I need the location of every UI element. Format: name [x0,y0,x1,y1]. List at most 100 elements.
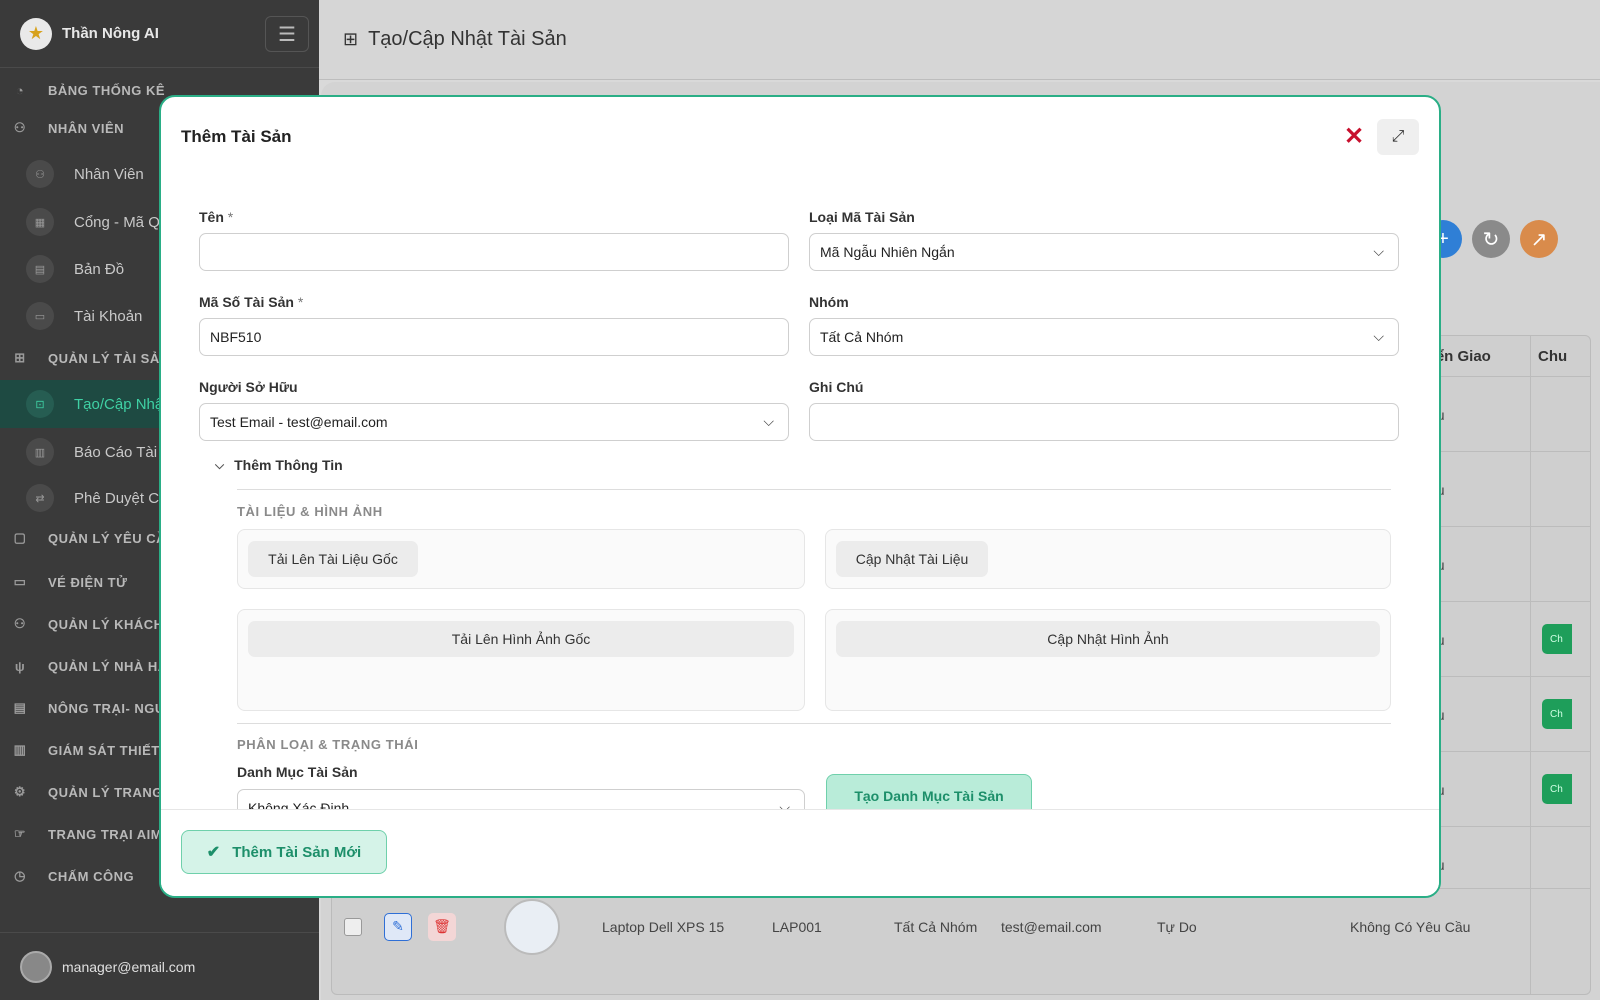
asset-number-input[interactable]: NBF510 [199,318,789,356]
upload-document-button[interactable]: Tải Lên Tài Liệu Gốc [248,541,418,577]
update-document-button[interactable]: Cập Nhật Tài Liệu [836,541,988,577]
image-upload-panel: Tải Lên Hình Ảnh Gốc [237,609,805,711]
user-email: manager@email.com [62,958,196,975]
sidebar-item-label: GIÁM SÁT THIẾT [48,742,160,758]
document-update-panel: Cập Nhật Tài Liệu [825,529,1391,589]
sidebar-item-label: QUẢN LÝ TÀI SẢN [48,350,170,366]
chevron-down-icon: ⌵ [1373,243,1384,259]
table-row[interactable]: ✎ 🗑 Laptop Dell XPS 15 LAP001 Tất Cả Nhó… [332,888,1590,964]
chevron-down-icon: ⌵ [1373,328,1384,344]
sidebar-item-label: CHẤM CÔNG [48,868,135,884]
note-input[interactable] [809,403,1399,441]
owner-value: Test Email - test@email.com [210,414,388,430]
group-value: Tất Cả Nhóm [820,329,904,345]
asset-name: Laptop Dell XPS 15 [602,918,725,935]
upload-image-button[interactable]: Tải Lên Hình Ảnh Gốc [248,621,794,657]
check-icon: ✔ [206,844,221,861]
add-asset-modal: Thêm Tài Sản ✕ ⤢ Tên * Loại Mã Tài Sản M… [159,95,1441,898]
asset-image [504,889,560,964]
users-icon: ⚇ [13,120,27,135]
sidebar-item-label: Bản Đồ [74,260,125,278]
sidebar-item-label: Tạo/Cập Nhậ [74,395,164,413]
expand-icon[interactable]: ⤢ [1377,119,1419,155]
group-select[interactable]: Tất Cả Nhóm ⌵ [809,318,1399,356]
edit-icon[interactable]: ✎ [384,889,412,964]
asset-state: Tự Do [1157,918,1197,935]
sidebar-item-label: Cổng - Mã Q [74,213,160,231]
name-label: Tên * [199,209,234,225]
name-input[interactable] [199,233,789,271]
restaurant-icon: ψ [14,658,26,674]
asset-code-type-select[interactable]: Mã Ngẫu Nhiên Ngắn ⌵ [809,233,1399,271]
category-select[interactable]: Không Xác Định ⌵ [237,789,805,809]
bike-icon: ⚙ [13,784,27,799]
clock-icon: ◷ [14,868,26,883]
status-badge[interactable]: Ch [1542,774,1572,804]
create-icon: ⊡ [26,390,54,418]
user-profile[interactable]: manager@email.com [0,932,319,1000]
close-icon[interactable]: ✕ [1339,121,1369,151]
assets-icon: ⊞ [14,350,26,365]
chevron-down-icon: ⌵ [763,413,774,429]
delete-icon[interactable]: 🗑 [428,889,456,964]
sidebar-item-label: BẢNG THỐNG KÊ [48,82,165,98]
menu-toggle-icon[interactable]: ☰ [265,16,309,52]
sidebar-item-label: QUẢN LÝ YÊU CẦ [48,530,166,546]
modal-header: Thêm Tài Sản ✕ ⤢ [161,97,1439,177]
update-image-button[interactable]: Cập Nhật Hình Ảnh [836,621,1380,657]
dashboard-icon: ◔ [15,82,25,98]
users-icon: ⚇ [26,160,54,188]
document-upload-panel: Tải Lên Tài Liệu Gốc [237,529,805,589]
classification-section-title: PHÂN LOẠI & TRẠNG THÁI [237,737,419,752]
create-category-button[interactable]: Tạo Danh Mục Tài Sản [826,774,1032,809]
row-checkbox[interactable] [344,889,362,964]
sidebar-item-label: Tài Khoản [74,307,143,325]
image-update-panel: Cập Nhật Hình Ảnh [825,609,1391,711]
refresh-icon[interactable]: ↻ [1472,220,1510,258]
group-label: Nhóm [809,294,849,310]
more-info-toggle[interactable]: ⌵ Thêm Thông Tin [215,457,343,473]
category-label: Danh Mục Tài Sản [237,764,358,780]
status-badge[interactable]: Ch [1542,624,1572,654]
account-icon: ▭ [26,302,54,330]
customers-icon: ⚇ [13,616,27,631]
sidebar-item-label: QUẢN LÝ KHÁCH [48,616,164,632]
sidebar-item-label: Báo Cáo Tài [74,443,158,461]
page-header: ⊞ Tạo/Cập Nhật Tài Sản [319,0,1600,80]
brand-name: Thần Nông AI [62,25,159,42]
assets-icon: ⊞ [343,29,359,49]
chevron-down-icon: ⌵ [215,457,225,472]
sidebar-item-label: Phê Duyệt C [74,489,160,507]
clipboard-icon: ▢ [13,530,27,545]
status-badge[interactable]: Ch [1542,699,1572,729]
owner-select[interactable]: Test Email - test@email.com ⌵ [199,403,789,441]
asset-code: LAP001 [772,918,822,935]
sidebar-item-label: QUẢN LÝ TRANG [48,784,163,800]
owner-label: Người Sở Hữu [199,379,298,395]
logo-icon: ★ [20,17,52,50]
export-icon[interactable]: ↗ [1520,220,1558,258]
asset-code-type-label: Loại Mã Tài Sản [809,209,915,225]
docs-section-title: TÀI LIỆU & HÌNH ẢNH [237,504,383,519]
divider [237,489,1391,490]
report-icon: ▥ [26,438,54,466]
ticket-icon: ▭ [13,574,27,589]
avatar [20,950,52,983]
add-asset-button[interactable]: ✔ Thêm Tài Sản Mới [181,830,387,874]
asset-code-type-value: Mã Ngẫu Nhiên Ngắn [820,244,955,260]
qr-icon: ▦ [26,208,54,236]
sidebar-item-label: NHÂN VIÊN [48,120,125,136]
column-header[interactable]: Chu [1538,336,1567,376]
more-info-label: Thêm Thông Tin [234,457,343,473]
hand-icon: ☞ [13,826,27,841]
sidebar-item-label: VÉ ĐIỆN TỬ [48,574,128,590]
chevron-down-icon: ⌵ [779,799,790,809]
asset-transfer: Không Có Yêu Cầu [1350,918,1471,935]
asset-group: Tất Cả Nhóm [894,918,978,935]
add-asset-label: Thêm Tài Sản Mới [232,843,362,861]
modal-title: Thêm Tài Sản [181,127,292,146]
category-value: Không Xác Định [248,800,350,809]
sidebar-item-label: QUẢN LÝ NHÀ HÀ [48,658,168,674]
divider [237,723,1391,724]
note-label: Ghi Chú [809,379,864,395]
